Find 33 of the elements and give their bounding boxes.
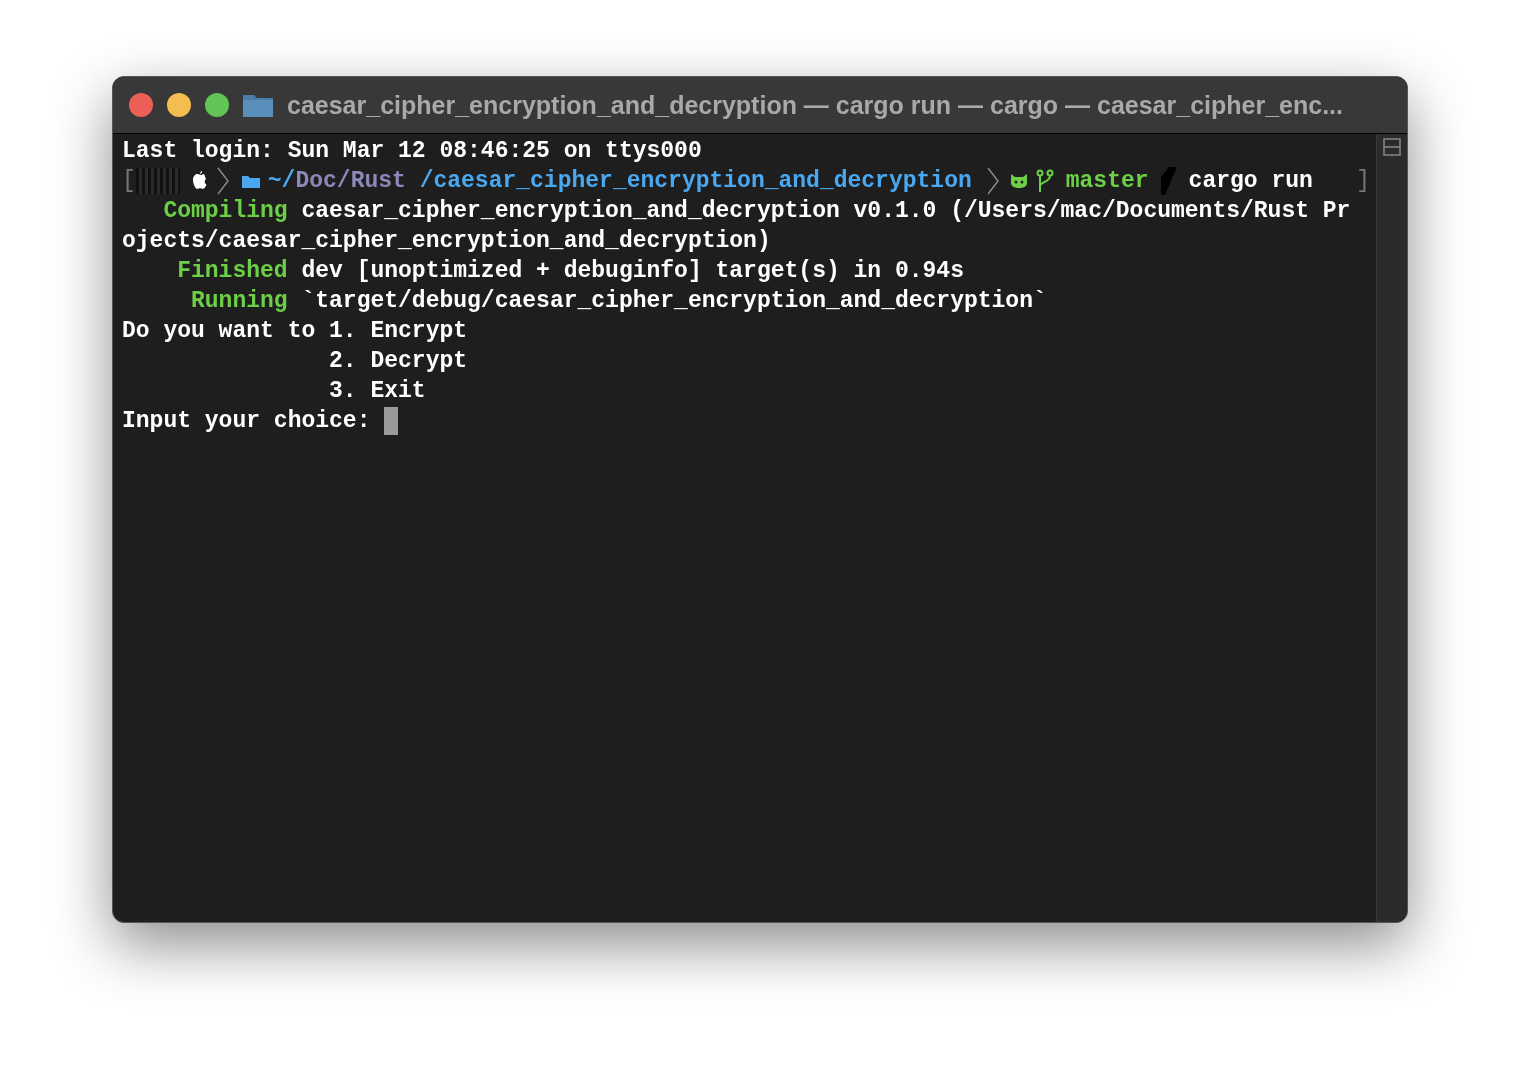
chevron-icon	[985, 166, 1000, 196]
split-pane-icon[interactable]	[1383, 138, 1401, 156]
close-button[interactable]	[129, 93, 153, 117]
status-label: Running	[190, 287, 288, 316]
output-text: Do you want to 1. Encrypt	[122, 317, 468, 346]
folder-icon	[241, 174, 260, 188]
prompt-bracket: [	[122, 167, 136, 196]
separator-icon	[1160, 167, 1177, 195]
cat-icon	[1009, 173, 1028, 189]
folder-icon	[243, 93, 273, 117]
prompt-segment-background	[135, 168, 180, 194]
status-label: Finished	[176, 257, 288, 286]
output-text: caesar_cipher_encryption_and_decryption v0.1.0 (/Users/mac/Documents/Rust Pr	[300, 197, 1351, 226]
output-text: 2. Decrypt	[328, 347, 468, 376]
output-text: ojects/caesar_cipher_encryption_and_decryption)	[122, 227, 771, 256]
home-path: ~/	[267, 167, 296, 196]
zoom-button[interactable]	[205, 93, 229, 117]
status-label: Compiling	[162, 197, 288, 226]
branch-icon	[1035, 169, 1054, 193]
output-text: `target/debug/caesar_cipher_encryption_and_decryption`	[300, 287, 1047, 316]
output-text: dev [unoptimized + debuginfo] target(s) in 0.94s	[300, 257, 964, 286]
window-title: caesar_cipher_encryption_and_decryption — cargo run — cargo — caesar_cipher_enc...	[287, 90, 1343, 120]
repository-path: /caesar_cipher_encryption_and_decryption	[418, 167, 972, 196]
minimize-button[interactable]	[167, 93, 191, 117]
output-text: 3. Exit	[328, 377, 426, 406]
output-text: Input your choice:	[122, 407, 372, 436]
chevron-icon	[215, 166, 230, 196]
text-cursor	[384, 407, 399, 435]
directory-path: Doc/Rust	[295, 167, 406, 196]
branch-name: master	[1065, 167, 1149, 196]
command-text: cargo run	[1188, 167, 1313, 196]
output-text: Last login: Sun Mar 12 08:46:25 on ttys000	[122, 137, 702, 166]
prompt-bracket: ]	[1356, 167, 1370, 196]
